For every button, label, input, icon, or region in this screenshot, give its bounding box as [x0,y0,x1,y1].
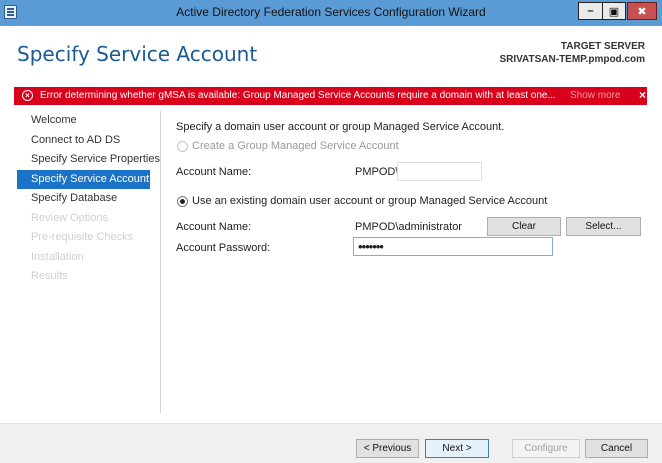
next-button[interactable]: Next > [425,439,489,458]
account-password-label: Account Password: [176,242,271,254]
title-bar: Active Directory Federation Services Con… [0,0,662,26]
sidebar-item-specify-service-account[interactable]: Specify Service Account [17,169,150,189]
sidebar-divider [160,111,161,413]
cancel-button[interactable]: Cancel [585,439,648,458]
error-message: Error determining whether gMSA is availa… [40,90,556,101]
dismiss-error-button[interactable]: × [639,88,646,102]
gmsa-domain-prefix: PMPOD\ [355,166,399,178]
minimize-button[interactable]: – [578,2,603,20]
sidebar-item-prerequisite-checks: Pre-requisite Checks [31,231,134,243]
sidebar-item-connect-to-ad-ds[interactable]: Connect to AD DS [17,131,150,151]
sidebar-item-specify-database[interactable]: Specify Database [17,189,150,209]
account-name-label: Account Name: [176,221,252,233]
target-server-value: SRIVATSAN-TEMP.pmpod.com [499,54,645,65]
close-button[interactable]: ✖ [627,2,657,20]
gmsa-account-name-input[interactable] [397,162,482,181]
sidebar-item-results: Results [31,270,68,282]
gmsa-radio[interactable] [177,141,188,152]
select-button[interactable]: Select... [566,217,641,236]
existing-account-radio[interactable] [177,196,188,207]
target-server-label: TARGET SERVER [560,41,645,52]
sidebar-item-installation: Installation [31,250,84,263]
gmsa-radio-label: Create a Group Managed Service Account [192,140,399,152]
wizard-steps-sidebar: Welcome Connect to AD DS Specify Service… [17,111,160,287]
instructions-text: Specify a domain user account or group M… [176,121,505,133]
error-icon: × [22,90,33,101]
gmsa-account-name-label: Account Name: [176,166,252,178]
clear-button[interactable]: Clear [487,217,561,236]
previous-button[interactable]: < Previous [356,439,419,458]
page-title: Specify Service Account [17,42,258,66]
sidebar-item-specify-service-properties[interactable]: Specify Service Properties [17,150,160,170]
account-password-input[interactable]: ••••••• [353,237,553,256]
footer-bar: < Previous Next > Configure Cancel [0,423,662,463]
sidebar-item-welcome[interactable]: Welcome [17,111,150,131]
show-more-link[interactable]: Show more [570,90,621,101]
window-title: Active Directory Federation Services Con… [176,5,486,19]
configure-button[interactable]: Configure [512,439,580,458]
maximize-button[interactable]: ▣ [602,2,626,20]
account-name-value: PMPOD\administrator [355,221,462,233]
error-banner: × Error determining whether gMSA is avai… [14,87,647,105]
sidebar-item-review-options: Review Options [31,211,109,224]
existing-account-radio-label: Use an existing domain user account or g… [192,195,548,207]
